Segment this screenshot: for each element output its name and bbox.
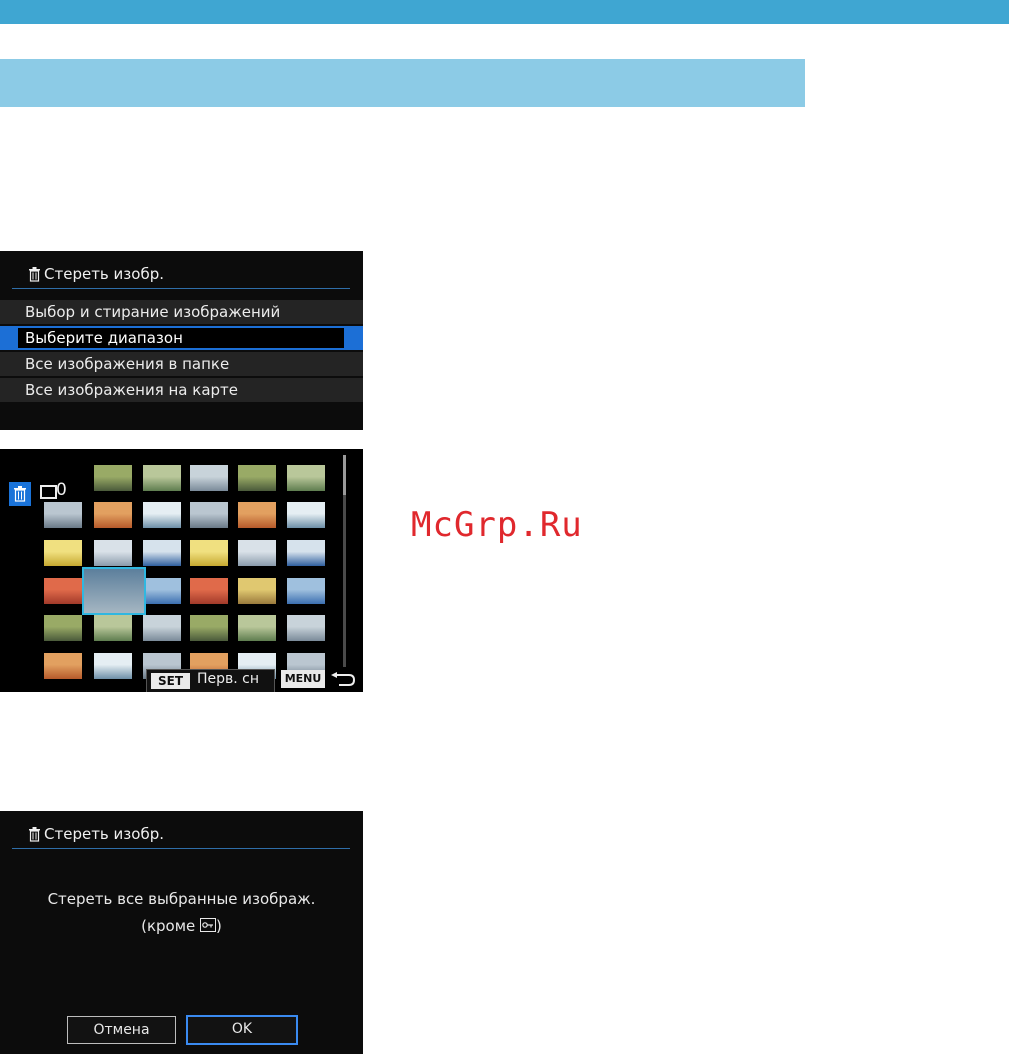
- thumbnail[interactable]: [190, 578, 228, 604]
- thumbnail[interactable]: [143, 540, 181, 566]
- thumbnail[interactable]: [238, 540, 276, 566]
- thumbnail[interactable]: [143, 465, 181, 491]
- selected-thumbnail[interactable]: [82, 567, 146, 615]
- menu-button[interactable]: MENU: [281, 670, 325, 688]
- menu-item-label: Выберите диапазон: [25, 329, 183, 347]
- trash-icon: [9, 482, 31, 506]
- thumbnail[interactable]: [44, 615, 82, 641]
- confirm-message-prefix: (кроме: [141, 917, 196, 935]
- set-action-label: Перв. сн: [197, 671, 260, 687]
- thumbnail[interactable]: [287, 615, 325, 641]
- thumbnail[interactable]: [238, 615, 276, 641]
- thumbnail[interactable]: [44, 653, 82, 679]
- thumbnail[interactable]: [287, 578, 325, 604]
- title-divider: [12, 288, 350, 289]
- thumbnail[interactable]: [44, 502, 82, 528]
- thumbnail[interactable]: [238, 502, 276, 528]
- thumbnail[interactable]: [238, 578, 276, 604]
- thumbnail[interactable]: [94, 615, 132, 641]
- protect-key-icon: [200, 918, 217, 932]
- thumbnail[interactable]: [190, 502, 228, 528]
- thumbnail[interactable]: [143, 615, 181, 641]
- thumbnail[interactable]: [287, 465, 325, 491]
- set-button[interactable]: SET: [151, 673, 190, 689]
- cancel-button[interactable]: Отмена: [67, 1016, 176, 1044]
- thumbnail[interactable]: [238, 465, 276, 491]
- image-count-icon: [40, 485, 57, 499]
- watermark: McGrp.Ru: [411, 505, 583, 545]
- scrollbar-thumb[interactable]: [343, 455, 346, 495]
- thumbnail[interactable]: [44, 540, 82, 566]
- thumbnail[interactable]: [190, 615, 228, 641]
- menu-item-all-in-folder[interactable]: Все изображения в папке: [0, 352, 363, 378]
- title-divider: [12, 848, 350, 849]
- screen-title-text: Стереть изобр.: [44, 265, 164, 283]
- selected-count: 0: [56, 480, 67, 500]
- set-hint[interactable]: SET Перв. сн: [146, 669, 275, 692]
- camera-screen-confirm: Стереть изобр. Стереть все выбранные изо…: [0, 811, 363, 1054]
- section-bar: [0, 59, 805, 107]
- thumbnail[interactable]: [190, 540, 228, 566]
- menu-item-label: Выбор и стирание изображений: [25, 303, 281, 321]
- thumbnail[interactable]: [94, 465, 132, 491]
- menu-item-all-on-card[interactable]: Все изображения на карте: [0, 378, 363, 404]
- header-bar: [0, 0, 1009, 24]
- menu-item-label: Все изображения на карте: [25, 381, 238, 399]
- thumbnail[interactable]: [287, 502, 325, 528]
- confirm-message-line2: (кроме ): [0, 917, 363, 935]
- screen-title: Стереть изобр.: [28, 265, 164, 283]
- camera-screen-delete-menu: Стереть изобр. Выбор и стирание изображе…: [0, 251, 363, 430]
- menu-item-select-and-erase[interactable]: Выбор и стирание изображений: [0, 300, 363, 326]
- thumbnail[interactable]: [190, 465, 228, 491]
- ok-button[interactable]: OK: [186, 1015, 298, 1045]
- thumbnail[interactable]: [94, 653, 132, 679]
- confirm-message-suffix: ): [216, 917, 222, 935]
- thumbnail[interactable]: [143, 502, 181, 528]
- camera-screen-thumbnail-grid: 0 SET Перв. сн MENU: [0, 449, 363, 692]
- menu-item-select-range[interactable]: Выберите диапазон: [0, 326, 363, 352]
- thumbnail[interactable]: [44, 578, 82, 604]
- trash-icon: [29, 266, 40, 282]
- trash-icon: [29, 826, 40, 842]
- menu-item-label: Все изображения в папке: [25, 355, 230, 373]
- thumbnail[interactable]: [94, 540, 132, 566]
- thumbnail[interactable]: [287, 540, 325, 566]
- thumbnail[interactable]: [94, 502, 132, 528]
- confirm-message-line1: Стереть все выбранные изображ.: [47, 890, 316, 908]
- back-arrow-icon: [331, 672, 356, 686]
- screen-title-text: Стереть изобр.: [44, 825, 164, 843]
- screen-title: Стереть изобр.: [28, 825, 164, 843]
- thumbnail[interactable]: [143, 578, 181, 604]
